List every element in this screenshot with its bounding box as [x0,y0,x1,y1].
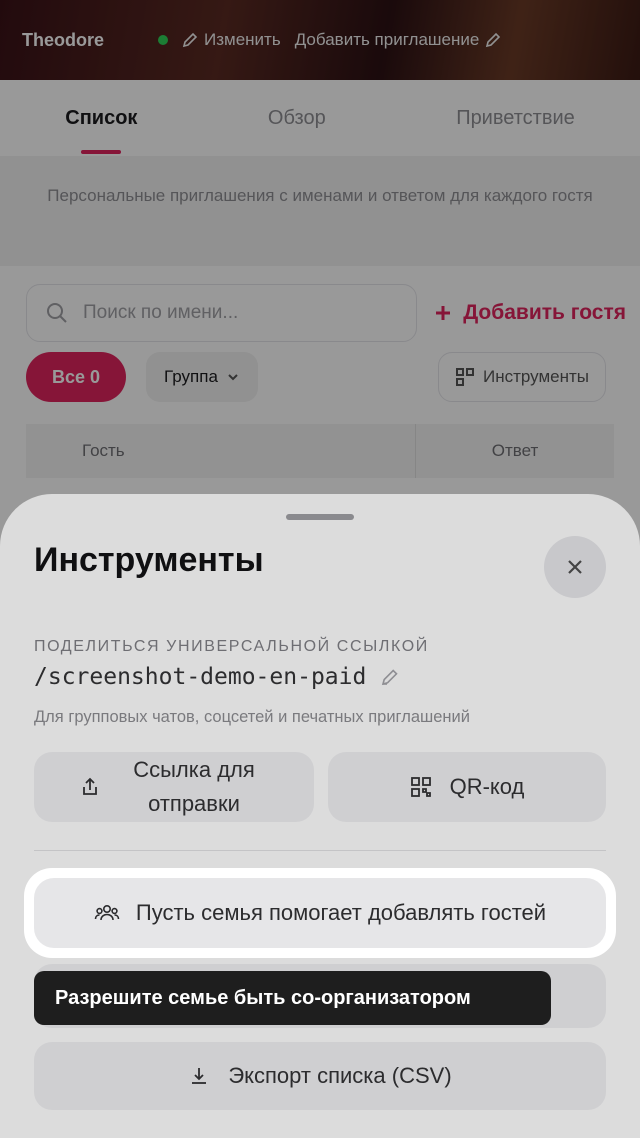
share-link-row: /screenshot-demo-en-paid [34,664,400,690]
tools-sheet: Инструменты ПОДЕЛИТЬСЯ УНИВЕРСАЛЬНОЙ ССЫ… [0,494,640,1138]
export-csv-button[interactable]: Экспорт списка (CSV) [34,1042,606,1110]
qr-label: QR-код [449,774,525,799]
close-button[interactable] [544,536,606,598]
share-section-label: ПОДЕЛИТЬСЯ УНИВЕРСАЛЬНОЙ ССЫЛКОЙ [34,638,429,655]
send-link-label: Ссылка для отправки [133,757,255,816]
sheet-title: Инструменты [34,541,264,579]
download-icon [192,1068,207,1084]
share-icon [83,777,97,795]
family-helps-label: Пусть семья помогает добавлять гостей [135,900,547,925]
qr-icon [410,777,431,797]
family-helps-button[interactable]: Пусть семья помогает добавлять гостей [34,878,606,948]
export-label: Экспорт списка (CSV) [228,1063,452,1088]
divider [34,850,606,851]
share-link-text: /screenshot-demo-en-paid [34,664,367,690]
users-icon [94,905,120,921]
qr-code-button[interactable]: QR-код [328,752,606,822]
sheet-grabber[interactable] [286,514,354,520]
share-hint: Для групповых чатов, соцсетей и печатных… [34,708,470,726]
onboarding-tooltip: Разрешите семье быть со-организатором [34,971,551,1025]
send-link-button[interactable]: Ссылка для отправки [34,752,314,822]
pencil-icon[interactable] [380,667,400,687]
close-icon [568,560,582,574]
